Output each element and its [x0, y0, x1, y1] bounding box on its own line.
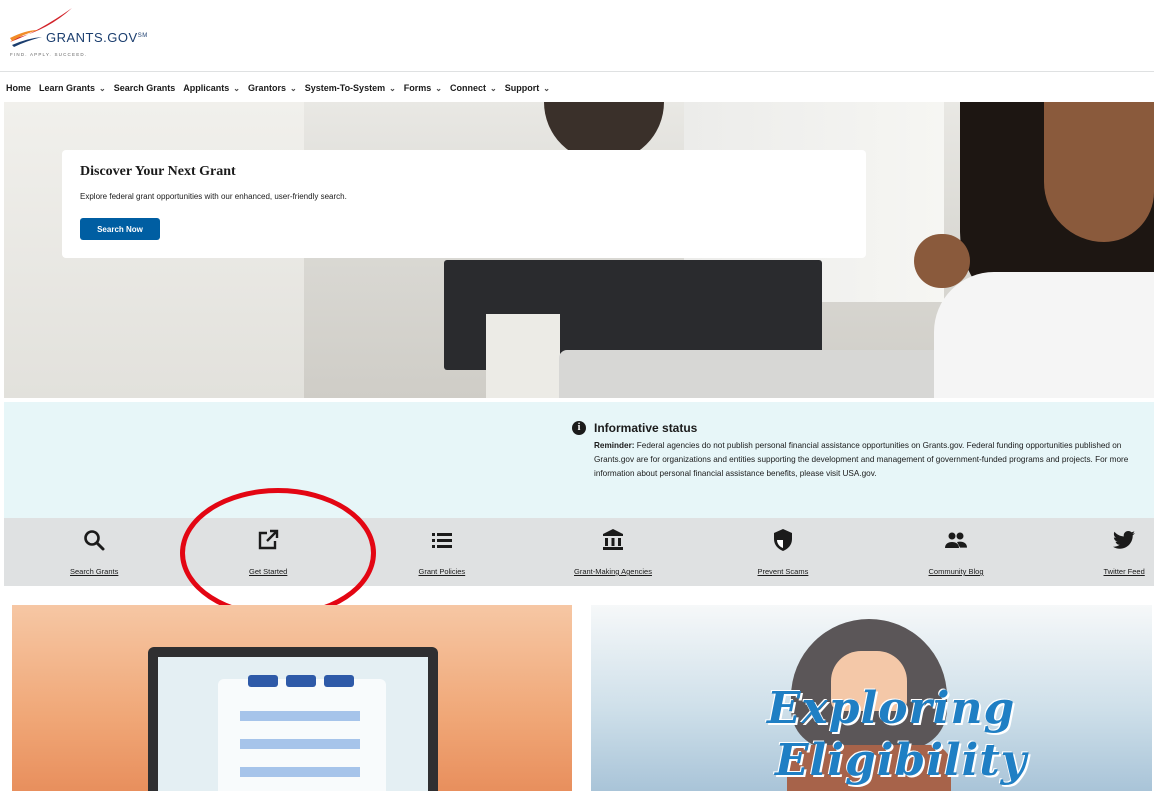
- exploring-eligibility-card-image[interactable]: Exploring Eligibility: [591, 605, 1152, 791]
- main-nav: Home Learn Grants ⌄ Search Grants Applicants…: [0, 78, 558, 98]
- chevron-down-icon: ⌄: [490, 83, 497, 93]
- nav-item-system-to-system[interactable]: System-To-System ⌄: [305, 83, 396, 93]
- card-title-exploring: Exploring: [767, 683, 1016, 734]
- quick-link-prevent-scams[interactable]: Prevent Scams: [757, 528, 809, 576]
- chevron-down-icon: ⌄: [435, 83, 442, 93]
- shield-icon: [771, 528, 795, 557]
- quick-link-label: Community Blog: [928, 567, 984, 576]
- info-icon: i: [572, 421, 586, 435]
- quick-link-grant-policies[interactable]: Grant Policies: [418, 528, 466, 576]
- quick-links-bar: Search Grants Get Started Grant Policies Gr…: [4, 518, 1154, 586]
- nav-item-label: Forms: [403, 83, 432, 93]
- nav-item-label: Learn Grants: [39, 83, 96, 93]
- quick-link-label: Search Grants: [70, 567, 119, 576]
- quick-link-twitter-feed[interactable]: Twitter Feed: [1104, 528, 1145, 576]
- nav-item-label: System-To-System: [304, 83, 386, 93]
- quick-link-label: Grant Policies: [418, 567, 466, 576]
- nav-item-learn-grants[interactable]: Learn Grants ⌄: [39, 83, 106, 93]
- nav-item-label: Grantors: [248, 83, 287, 93]
- bank-icon: [601, 528, 625, 557]
- hero-card: Discover Your Next Grant Explore federal…: [62, 150, 866, 258]
- nav-item-grantors[interactable]: Grantors ⌄: [248, 83, 297, 93]
- search-now-button[interactable]: Search Now: [80, 218, 160, 240]
- alert-reminder-label: Reminder:: [594, 441, 635, 450]
- get-started-card-image[interactable]: [12, 605, 572, 791]
- logo-tagline: FIND. APPLY. SUCCEED.: [10, 52, 88, 57]
- nav-item-label: Home: [6, 83, 32, 93]
- chevron-down-icon: ⌄: [233, 83, 240, 93]
- hero-banner: Discover Your Next Grant Explore federal…: [4, 102, 1154, 398]
- nav-item-label: Support: [504, 83, 540, 93]
- quick-link-label: Prevent Scams: [757, 567, 809, 576]
- quick-link-search-grants[interactable]: Search Grants: [70, 528, 118, 576]
- alert-body-text: Federal agencies do not publish personal…: [594, 441, 1129, 478]
- laptop-illustration: [148, 647, 438, 791]
- external-link-icon: [256, 528, 280, 557]
- list-icon: [430, 528, 454, 557]
- nav-item-label: Applicants: [183, 83, 230, 93]
- quick-link-community-blog[interactable]: Community Blog: [929, 528, 984, 576]
- quick-link-get-started[interactable]: Get Started: [249, 528, 287, 576]
- quick-link-label: Twitter Feed: [1103, 567, 1145, 576]
- twitter-icon: [1112, 528, 1136, 557]
- people-icon: [944, 528, 968, 557]
- card-title-eligibility: Eligibility: [775, 735, 1028, 786]
- nav-item-support[interactable]: Support ⌄: [505, 83, 550, 93]
- hero-description: Explore federal grant opportunities with…: [80, 192, 347, 201]
- chevron-down-icon: ⌄: [99, 83, 106, 93]
- alert-title: Informative status: [594, 421, 698, 435]
- chevron-down-icon: ⌄: [543, 83, 550, 93]
- site-header: GRANTS.GOVSM FIND. APPLY. SUCCEED.: [0, 0, 1154, 72]
- informative-status-alert: i Informative status Reminder: Federal a…: [4, 402, 1154, 518]
- nav-item-label: Search Grants: [113, 83, 176, 93]
- nav-item-forms[interactable]: Forms ⌄: [404, 83, 442, 93]
- nav-item-connect[interactable]: Connect ⌄: [450, 83, 497, 93]
- nav-item-applicants[interactable]: Applicants ⌄: [183, 83, 240, 93]
- hero-woman-photo: [1044, 102, 1154, 242]
- chevron-down-icon: ⌄: [389, 83, 396, 93]
- nav-item-label: Connect: [450, 83, 486, 93]
- logo-wordmark: GRANTS.GOVSM: [46, 30, 148, 45]
- quick-link-label: Get Started: [249, 567, 288, 576]
- quick-link-grant-making-agencies[interactable]: Grant-Making Agencies: [574, 528, 652, 576]
- nav-item-home[interactable]: Home: [6, 83, 31, 93]
- grants-gov-logo[interactable]: GRANTS.GOVSM FIND. APPLY. SUCCEED.: [8, 6, 178, 66]
- search-icon: [82, 528, 106, 557]
- hero-title: Discover Your Next Grant: [80, 164, 236, 179]
- nav-item-search-grants[interactable]: Search Grants: [114, 83, 176, 93]
- quick-link-label: Grant-Making Agencies: [574, 567, 652, 576]
- alert-body: Reminder: Federal agencies do not publis…: [594, 439, 1142, 481]
- chevron-down-icon: ⌄: [290, 83, 297, 93]
- folder-illustration: [218, 675, 386, 791]
